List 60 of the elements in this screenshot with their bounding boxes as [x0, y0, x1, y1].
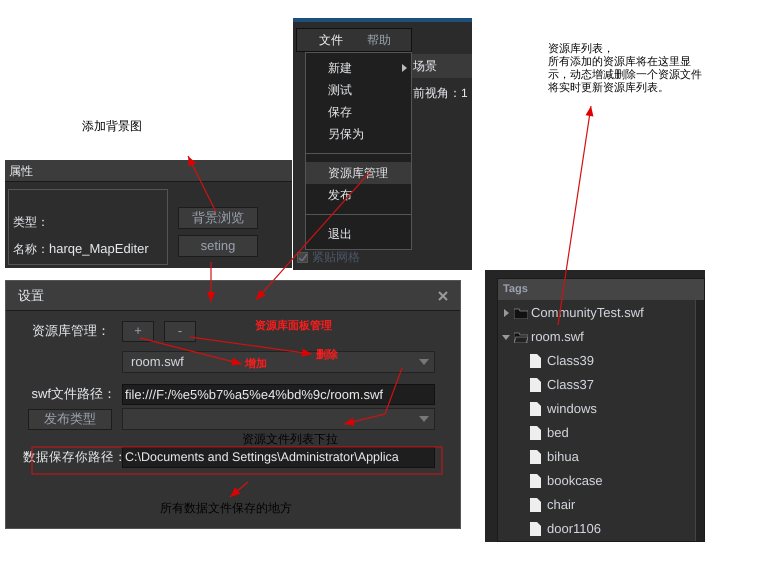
tree-item[interactable]: bed — [498, 421, 695, 445]
submenu-arrow-icon — [402, 64, 407, 72]
tree-item[interactable]: door1106 — [498, 517, 695, 541]
tree-item[interactable]: bihua — [498, 445, 695, 469]
data-path-field[interactable]: C:\Documents and Settings\Administrator\Applica — [122, 446, 435, 468]
menu-item[interactable]: 资源库管理 — [306, 162, 411, 184]
annotation-label: 资源库面板管理 — [255, 318, 332, 334]
menu-item[interactable]: 另保为 — [306, 123, 411, 145]
menu-item[interactable]: 测试 — [306, 79, 411, 101]
annotation-label: 增加 — [245, 356, 267, 372]
name-label: 名称：harqe_MapEditer — [13, 240, 150, 258]
scrollbar[interactable] — [695, 300, 704, 541]
dropdown-caret-icon — [419, 416, 429, 422]
file-icon — [530, 354, 541, 368]
view-label: 前视角：1 — [413, 85, 468, 102]
swf-path-field[interactable]: file:///F:/%e5%b7%a5%e4%bd%9c/room.swf — [122, 384, 435, 404]
menu-item[interactable]: 保存 — [306, 101, 411, 123]
field-label: 资源库管理： — [31, 322, 111, 340]
dialog-title: 设置 — [18, 286, 44, 305]
tree-item[interactable]: windows — [498, 397, 695, 421]
file-icon — [530, 522, 541, 536]
tab-label: 场景 — [413, 58, 437, 75]
menu-item[interactable]: 退出 — [306, 223, 411, 245]
field-label: swf文件路径： — [30, 385, 117, 404]
open-folder-icon — [514, 332, 528, 342]
file-icon — [530, 498, 541, 512]
dropdown-caret-icon — [419, 359, 429, 365]
tree-item[interactable]: room.swf — [498, 325, 695, 349]
tree-item[interactable]: chair — [498, 493, 695, 517]
close-icon[interactable] — [438, 290, 448, 300]
settings-button[interactable]: seting — [178, 235, 258, 257]
expanded-caret-icon[interactable] — [502, 333, 510, 341]
folder-icon — [514, 308, 528, 318]
file-icon — [530, 450, 541, 464]
annotation-note: 添加背景图 — [82, 118, 142, 135]
file-icon — [530, 474, 541, 488]
panel-title: Tags — [503, 282, 528, 298]
annotation-note-title: 资源库列表， — [548, 43, 615, 56]
menu-bar-item[interactable]: 文件 — [319, 31, 343, 49]
browse-background-button[interactable]: 背景浏览 — [178, 207, 258, 229]
file-icon — [530, 426, 541, 440]
menu-item[interactable]: 新建 — [306, 57, 411, 79]
menu-bar-item[interactable]: 帮助 — [367, 31, 391, 49]
file-icon — [530, 378, 541, 392]
checkmark-icon — [298, 254, 306, 260]
tree-item[interactable]: Class37 — [498, 373, 695, 397]
collapsed-caret-icon[interactable] — [502, 309, 510, 317]
annotation-note: 所有添加的资源库将在这里显示，动态增减删除一个资源文件将实时更新资源库列表。 — [548, 56, 703, 95]
remove-button[interactable]: - — [164, 320, 196, 342]
tree-item[interactable]: Class39 — [498, 349, 695, 373]
add-button[interactable]: + — [122, 320, 154, 342]
publish-type-button[interactable]: 发布类型 — [28, 408, 112, 430]
type-label: 类型： — [13, 214, 50, 230]
annotation-arrow — [207, 262, 215, 302]
panel-title: 属性 — [9, 162, 33, 180]
checkbox-label: 紧贴网格 — [312, 249, 360, 266]
annotation-arrow — [187, 156, 217, 212]
annotation-arrow — [230, 482, 248, 498]
file-icon — [530, 402, 541, 416]
tree-item[interactable]: bookcase — [498, 469, 695, 493]
